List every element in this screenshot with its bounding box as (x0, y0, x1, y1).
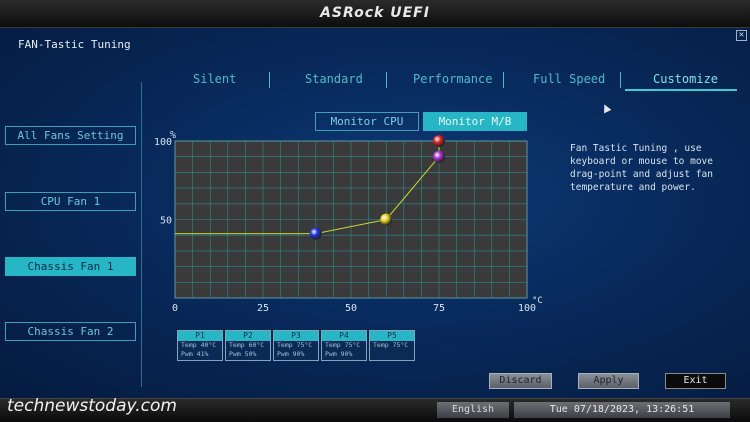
point-box-p5: P5 Temp 75°C (369, 330, 415, 361)
point-label: P4 (322, 331, 366, 341)
drag-point-p2[interactable] (380, 213, 393, 226)
chart-grid (175, 141, 527, 298)
point-temp: Temp 75°C (373, 341, 409, 349)
language-button[interactable]: English (437, 402, 509, 418)
point-pwm: Pwm 50% (229, 350, 257, 358)
drag-point-p1[interactable] (309, 227, 322, 240)
exit-button[interactable]: Exit (665, 373, 726, 389)
point-temp: Temp 75°C (325, 341, 361, 349)
watermark: technewstoday.com (7, 396, 177, 416)
point-pwm: Pwm 41% (181, 350, 209, 358)
x-tick-label: 0 (172, 303, 178, 314)
point-temp: Temp 40°C (181, 341, 217, 349)
point-label: P5 (370, 331, 414, 341)
x-tick-label: 25 (257, 303, 269, 314)
point-box-p3: P3 Temp 75°C Pwm 90% (273, 330, 319, 361)
drag-point-p4[interactable] (433, 150, 445, 163)
y-tick-label: 50 (160, 216, 172, 227)
point-box-p2: P2 Temp 60°C Pwm 50% (225, 330, 271, 361)
point-temp: Temp 60°C (229, 341, 265, 349)
point-label: P1 (178, 331, 222, 341)
apply-button[interactable]: Apply (578, 373, 639, 389)
drag-point-p5[interactable] (433, 135, 445, 147)
point-temp: Temp 75°C (277, 341, 313, 349)
discard-button[interactable]: Discard (489, 373, 552, 389)
x-unit-label: °C (532, 296, 543, 306)
point-box-p4: P4 Temp 75°C Pwm 90% (321, 330, 367, 361)
point-pwm: Pwm 90% (277, 350, 305, 358)
datetime-display: Tue 07/18/2023, 13:26:51 (514, 402, 730, 418)
x-tick-label: 75 (433, 303, 445, 314)
point-box-p1: P1 Temp 40°C Pwm 41% (177, 330, 223, 361)
y-unit-label: % (170, 130, 176, 141)
point-label: P2 (226, 331, 270, 341)
point-pwm: Pwm 90% (325, 350, 353, 358)
point-label: P3 (274, 331, 318, 341)
x-tick-label: 50 (345, 303, 357, 314)
